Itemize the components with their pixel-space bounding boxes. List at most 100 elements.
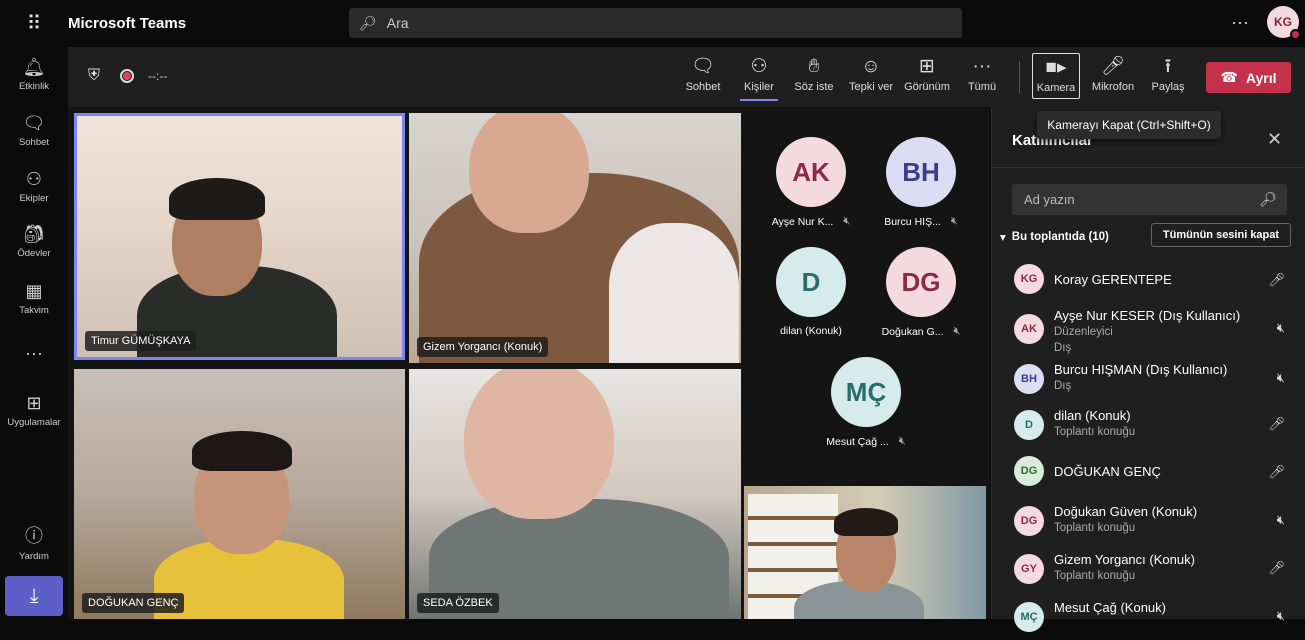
rail-label: Takvim — [19, 305, 49, 316]
participant-name: Mesut Çağ (Konuk) — [1054, 600, 1166, 615]
microphone-icon: 🎤︎ — [1100, 56, 1126, 77]
search-input[interactable]: 🔎︎ Ara — [349, 8, 962, 38]
leave-label: Ayrıl — [1245, 69, 1277, 86]
search-icon: 🔎︎ — [1259, 191, 1277, 207]
share-button[interactable]: ⭱ Paylaş — [1150, 55, 1186, 101]
self-video-preview[interactable] — [744, 486, 986, 619]
meeting-timer: --:-- — [148, 69, 168, 83]
more-actions-button[interactable]: ··· Tümü — [966, 55, 998, 101]
rail-item-chat[interactable]: 🗨︎ Sohbet — [0, 113, 68, 148]
participant-role: Toplantı konuğu — [1054, 522, 1136, 534]
video-tile[interactable]: DOĞUKAN GENÇ — [74, 369, 405, 619]
people-button[interactable]: ⚇ Kişiler — [740, 55, 778, 101]
rail-item-calendar[interactable]: ▦ Takvim — [0, 281, 68, 316]
chat-icon: 🗨︎ — [690, 56, 716, 77]
video-tile[interactable]: SEDA ÖZBEK — [409, 369, 741, 619]
participant-name: SEDA ÖZBEK — [417, 593, 499, 613]
rail-item-assignments[interactable]: 🎒︎ Ödevler — [0, 224, 68, 259]
mic-off-icon: 🔇︎ — [1276, 320, 1285, 335]
avatar: D — [1014, 410, 1044, 440]
tool-label: Kişiler — [744, 81, 774, 93]
close-icon[interactable]: ✕ — [1267, 129, 1282, 150]
teams-icon: ⚇ — [25, 169, 43, 189]
avatar: MÇ — [1014, 602, 1044, 632]
participant-name: Gizem Yorgancı (Konuk) — [1054, 552, 1195, 567]
participant-row[interactable]: BH Burcu HIŞMAN (Dış Kullanıcı) Dış 🔇︎ — [1014, 358, 1299, 402]
participant-name: Ayşe Nur KESER (Dış Kullanıcı) — [1054, 308, 1241, 323]
avatar-name: Burcu HIŞ... — [884, 215, 941, 228]
rail-item-teams[interactable]: ⚇ Ekipler — [0, 169, 68, 204]
chat-button[interactable]: 🗨︎ Sohbet — [680, 55, 726, 101]
participant-tag: Dış — [1054, 342, 1072, 354]
person-silhouette — [192, 431, 292, 471]
avatar-tile[interactable]: MÇ Mesut Çağ ... 🔇︎ — [811, 357, 921, 448]
tool-label: Tümü — [967, 81, 997, 93]
avatar-tile[interactable]: DG Doğukan G... 🔇︎ — [866, 247, 976, 338]
hand-icon: ✋︎ — [808, 56, 820, 77]
mic-off-icon: 🔇︎ — [1276, 512, 1285, 527]
avatar-tile[interactable]: BH Burcu HIŞ... 🔇︎ — [866, 137, 976, 228]
participant-name: Burcu HIŞMAN (Dış Kullanıcı) — [1054, 362, 1228, 377]
rail-label: Yardım — [19, 551, 49, 562]
participant-search-input[interactable]: Ad yazın 🔎︎ — [1012, 184, 1287, 215]
video-tile[interactable]: Gizem Yorgancı (Konuk) — [409, 113, 741, 363]
microphone-button[interactable]: 🎤︎ Mikrofon — [1088, 55, 1138, 101]
avatar-circle: D — [776, 247, 846, 317]
avatar: GY — [1014, 554, 1044, 584]
avatar: DG — [1014, 506, 1044, 536]
participant-row[interactable]: D dilan (Konuk) Toplantı konuğu 🎤︎ — [1014, 404, 1299, 448]
avatar-name: Doğukan G... — [881, 325, 944, 338]
avatar-name: dilan (Konuk) — [780, 325, 842, 337]
section-label: Bu toplantıda (10) — [1011, 231, 1109, 243]
participant-name: Gizem Yorgancı (Konuk) — [417, 337, 549, 357]
participant-name: dilan (Konuk) — [1054, 408, 1131, 423]
video-tile[interactable]: Timur GÜMÜŞKAYA — [74, 113, 405, 360]
camera-button[interactable]: ■▸ Kamera — [1032, 53, 1080, 99]
participants-panel: Katılımcılar ✕ Ad yazın 🔎︎ ▾ Bu toplantı… — [991, 107, 1305, 632]
avatar-name-row: dilan (Konuk) — [756, 325, 866, 337]
phone-hangup-icon: ☎︎ — [1220, 69, 1238, 85]
chat-icon: 🗨︎ — [22, 113, 46, 133]
avatar-tile[interactable]: AK Ayşe Nur K... 🔇︎ — [756, 137, 866, 228]
search-placeholder: Ad yazın — [1024, 192, 1075, 207]
leave-button[interactable]: ☎︎ Ayrıl — [1206, 62, 1291, 93]
avatar: BH — [1014, 364, 1044, 394]
rail-more-icon[interactable]: ··· — [0, 343, 68, 367]
more-icon: ··· — [972, 56, 992, 77]
mic-off-icon: 🔇︎ — [1276, 608, 1285, 623]
participant-name: DOĞUKAN GENÇ — [82, 593, 185, 613]
view-button[interactable]: ⊞ Görünüm — [903, 55, 951, 101]
person-silhouette — [834, 508, 898, 536]
microphone-icon: 🎤︎ — [1268, 464, 1285, 479]
rail-item-apps[interactable]: ⊞ Uygulamalar — [0, 393, 68, 428]
participant-row[interactable]: DG Doğukan Güven (Konuk) Toplantı konuğu… — [1014, 500, 1299, 544]
participant-row[interactable]: DG DOĞUKAN GENÇ 🎤︎ — [1014, 450, 1299, 494]
participant-row[interactable]: KG Koray GERENTEPE 🎤︎ — [1014, 258, 1299, 302]
profile-avatar[interactable]: KG — [1267, 6, 1301, 40]
rail-item-activity[interactable]: 🔔︎ Etkinlik — [0, 57, 68, 92]
rail-label: Ekipler — [19, 193, 49, 204]
participant-row[interactable]: GY Gizem Yorgancı (Konuk) Toplantı konuğ… — [1014, 548, 1299, 592]
download-app-button[interactable]: ⤓ — [5, 576, 63, 616]
rail-item-help[interactable]: ⓘ Yardım — [0, 522, 68, 562]
app-launcher-icon[interactable]: ⠿ — [0, 0, 68, 47]
participant-row[interactable]: AK Ayşe Nur KESER (Dış Kullanıcı) Düzenl… — [1014, 304, 1299, 358]
avatar-name-row: Mesut Çağ ... 🔇︎ — [811, 435, 921, 448]
avatar-name: Ayşe Nur K... — [771, 215, 834, 228]
search-placeholder: Ara — [386, 15, 409, 31]
person-silhouette — [464, 369, 614, 519]
person-silhouette — [609, 223, 739, 363]
avatar-circle: DG — [886, 247, 956, 317]
in-meeting-section-toggle[interactable]: ▾ Bu toplantıda (10) — [1000, 230, 1109, 244]
participant-name: DOĞUKAN GENÇ — [1054, 464, 1161, 479]
help-icon: ⓘ — [25, 526, 43, 546]
mute-all-button[interactable]: Tümünün sesini kapat — [1151, 223, 1291, 247]
avatar-tile[interactable]: D dilan (Konuk) — [756, 247, 866, 337]
raise-hand-button[interactable]: ✋︎ Söz iste — [792, 55, 836, 101]
camera-tooltip: Kamerayı Kapat (Ctrl+Shift+O) — [1037, 111, 1221, 139]
video-camera-icon: ■▸ — [1045, 57, 1067, 78]
more-options-icon[interactable]: ··· — [1231, 12, 1249, 33]
participant-row[interactable]: MÇ Mesut Çağ (Konuk) 🔇︎ — [1014, 596, 1299, 640]
react-button[interactable]: ☺ Tepki ver — [847, 55, 895, 101]
person-silhouette — [169, 178, 265, 220]
